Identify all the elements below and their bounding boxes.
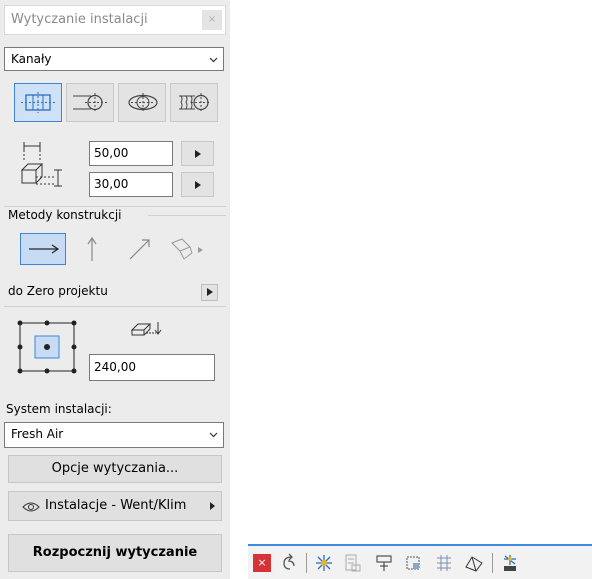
- start-routing-button[interactable]: Rozpocznij wytyczanie: [8, 534, 222, 572]
- width-dimension-icon: [20, 142, 62, 187]
- panel-close-button[interactable]: ×: [202, 10, 222, 30]
- elevation-input[interactable]: 240,00: [89, 354, 215, 381]
- geometry-flex-button[interactable]: [170, 83, 218, 122]
- width-input[interactable]: 50,00: [89, 141, 173, 166]
- system-select-value: Fresh Air: [11, 427, 64, 441]
- segment-icon[interactable]: [342, 553, 362, 573]
- chevron-down-icon: [209, 432, 218, 438]
- toolbar-separator: [492, 553, 493, 573]
- domain-select-value: Kanały: [11, 52, 52, 66]
- toolbar-separator: [306, 553, 307, 573]
- play-right-icon: [195, 181, 201, 189]
- vertical-method-icon: [87, 236, 97, 261]
- geometry-rectangular-button[interactable]: [14, 83, 62, 122]
- reference-label: do Zero projektu: [8, 284, 108, 298]
- play-right-icon: [207, 288, 213, 296]
- system-select[interactable]: Fresh Air: [4, 422, 224, 448]
- custom-method-icon: [171, 238, 203, 260]
- eye-icon: [22, 502, 40, 512]
- domain-select[interactable]: Kanały: [4, 47, 224, 71]
- undo-routing-icon[interactable]: [278, 553, 298, 573]
- routing-panel: Wytyczanie instalacji × Kanały 50,00 30,…: [0, 0, 230, 579]
- divider: [4, 306, 226, 307]
- elbow-icon[interactable]: [404, 553, 424, 573]
- play-right-icon: [210, 502, 215, 510]
- elevation-icon: [130, 322, 162, 336]
- layer-select-button[interactable]: Instalacje - Went/Klim: [8, 491, 222, 521]
- reference-options-button[interactable]: [201, 284, 218, 301]
- anchor-point-grid[interactable]: [16, 317, 78, 377]
- fitting-icon[interactable]: [374, 553, 394, 573]
- horizontal-method-icon: [29, 244, 60, 254]
- geometry-round-button[interactable]: [118, 83, 166, 122]
- layer-label: Instalacje - Went/Klim: [45, 498, 187, 513]
- settings-icon[interactable]: [500, 553, 520, 573]
- method-slanted-button[interactable]: [118, 233, 164, 265]
- slanted-method-icon: [129, 239, 150, 260]
- rectangular-duct-icon: [21, 92, 57, 113]
- chevron-down-icon: [209, 57, 218, 63]
- close-routing-icon[interactable]: ×: [253, 554, 271, 572]
- system-label: System instalacji:: [6, 402, 112, 416]
- height-input[interactable]: 30,00: [89, 172, 173, 197]
- panel-title: Wytyczanie instalacji: [11, 12, 148, 27]
- method-horizontal-button[interactable]: [20, 233, 66, 265]
- snap-icon[interactable]: [314, 553, 334, 573]
- height-options-button[interactable]: [181, 172, 214, 197]
- play-right-icon: [195, 150, 201, 158]
- geometry-transition-button[interactable]: [66, 83, 114, 122]
- divider: [148, 215, 226, 216]
- slope-icon[interactable]: [464, 553, 484, 573]
- round-rect-duct-icon: [73, 93, 107, 112]
- method-custom-button[interactable]: [166, 233, 212, 265]
- routing-toolbar: ×: [248, 544, 592, 579]
- width-options-button[interactable]: [181, 141, 214, 166]
- method-vertical-button[interactable]: [68, 233, 114, 265]
- round-duct-icon: [128, 93, 158, 112]
- divider: [4, 206, 226, 207]
- flex-duct-icon: [179, 93, 211, 112]
- routing-options-button[interactable]: Opcje wytyczania...: [8, 455, 222, 483]
- transition-icon[interactable]: [434, 553, 454, 573]
- methods-label: Metody konstrukcji: [8, 208, 122, 222]
- panel-title-bar: Wytyczanie instalacji ×: [4, 5, 226, 35]
